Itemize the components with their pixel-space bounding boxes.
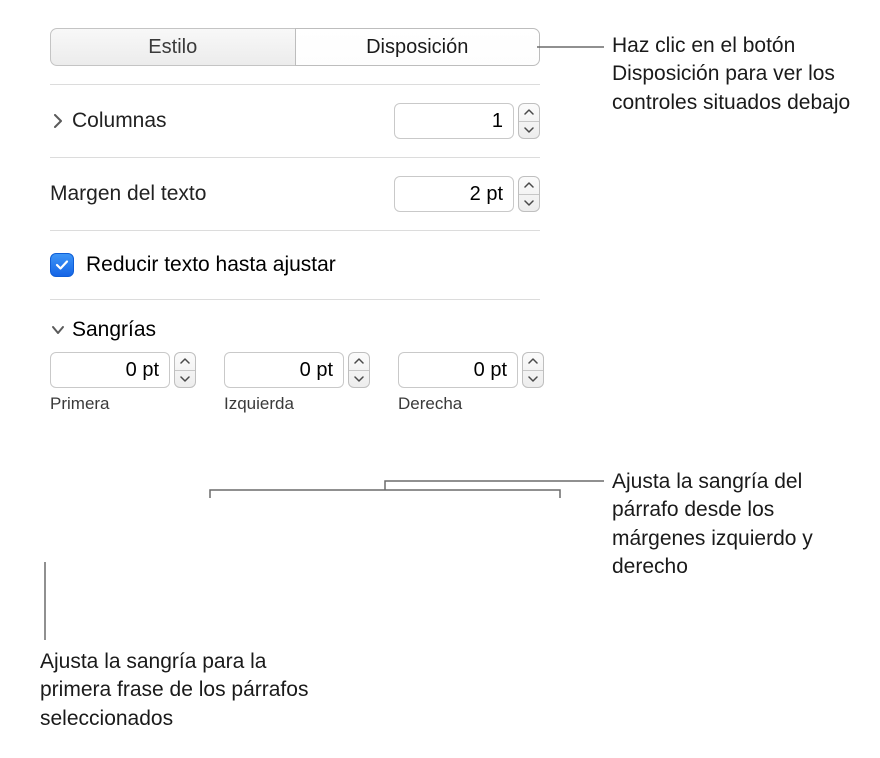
indent-left-stepper (348, 352, 370, 388)
indent-fields: 0 pt Primera 0 pt (50, 352, 540, 414)
indent-left-step-down[interactable] (349, 370, 369, 388)
indent-first-col: 0 pt Primera (50, 352, 196, 414)
columns-stepper-group: 1 (394, 103, 540, 139)
shrink-text-label: Reducir texto hasta ajustar (86, 253, 336, 277)
shrink-text-checkbox[interactable] (50, 253, 74, 277)
columns-row: Columnas 1 (20, 85, 570, 157)
indent-first-value: 0 pt (126, 359, 159, 382)
callout-first-indent: Ajusta la sangría para la primera frase … (40, 648, 310, 733)
text-margin-label-group: Margen del texto (50, 182, 206, 206)
indent-right-group: 0 pt (398, 352, 544, 388)
indent-right-step-up[interactable] (523, 353, 543, 370)
text-margin-row: Margen del texto 2 pt (20, 158, 570, 230)
columns-step-up[interactable] (519, 104, 539, 121)
indent-right-stepper (522, 352, 544, 388)
indent-first-field[interactable]: 0 pt (50, 352, 170, 388)
indent-first-caption: Primera (50, 394, 196, 414)
tab-segment: Estilo Disposición (50, 28, 540, 66)
indent-left-col: 0 pt Izquierda (224, 352, 370, 414)
chevron-right-icon[interactable] (50, 114, 66, 128)
indent-right-value: 0 pt (474, 359, 507, 382)
indents-header: Sangrías (50, 318, 540, 342)
indent-first-group: 0 pt (50, 352, 196, 388)
tab-layout-label: Disposición (366, 36, 468, 59)
indent-left-step-up[interactable] (349, 353, 369, 370)
indent-left-field[interactable]: 0 pt (224, 352, 344, 388)
indent-left-caption: Izquierda (224, 394, 370, 414)
indent-left-group: 0 pt (224, 352, 370, 388)
indent-right-col: 0 pt Derecha (398, 352, 544, 414)
indent-first-step-down[interactable] (175, 370, 195, 388)
text-margin-step-down[interactable] (519, 194, 539, 212)
columns-stepper (518, 103, 540, 139)
columns-label: Columnas (72, 109, 167, 133)
text-margin-label: Margen del texto (50, 182, 206, 206)
text-margin-stepper-group: 2 pt (394, 176, 540, 212)
indent-first-stepper (174, 352, 196, 388)
columns-step-down[interactable] (519, 121, 539, 139)
indents-section: Sangrías 0 pt Prim (20, 300, 570, 428)
indent-first-step-up[interactable] (175, 353, 195, 370)
format-panel: Estilo Disposición Columnas 1 (20, 20, 570, 428)
tab-style-label: Estilo (148, 36, 197, 59)
callout-layout-button: Haz clic en el botón Disposición para ve… (612, 32, 862, 117)
columns-value: 1 (492, 110, 503, 133)
text-margin-stepper (518, 176, 540, 212)
columns-label-group: Columnas (50, 109, 167, 133)
text-margin-value: 2 pt (470, 183, 503, 206)
tab-style[interactable]: Estilo (50, 28, 295, 66)
indent-left-value: 0 pt (300, 359, 333, 382)
indents-label: Sangrías (72, 318, 156, 342)
text-margin-field[interactable]: 2 pt (394, 176, 514, 212)
shrink-text-row: Reducir texto hasta ajustar (20, 231, 570, 299)
indent-right-step-down[interactable] (523, 370, 543, 388)
tab-layout[interactable]: Disposición (295, 28, 541, 66)
callout-left-right-indent: Ajusta la sangría del párrafo desde los … (612, 468, 862, 581)
text-margin-step-up[interactable] (519, 177, 539, 194)
indent-right-field[interactable]: 0 pt (398, 352, 518, 388)
chevron-down-icon[interactable] (50, 325, 66, 335)
indent-right-caption: Derecha (398, 394, 544, 414)
columns-field[interactable]: 1 (394, 103, 514, 139)
